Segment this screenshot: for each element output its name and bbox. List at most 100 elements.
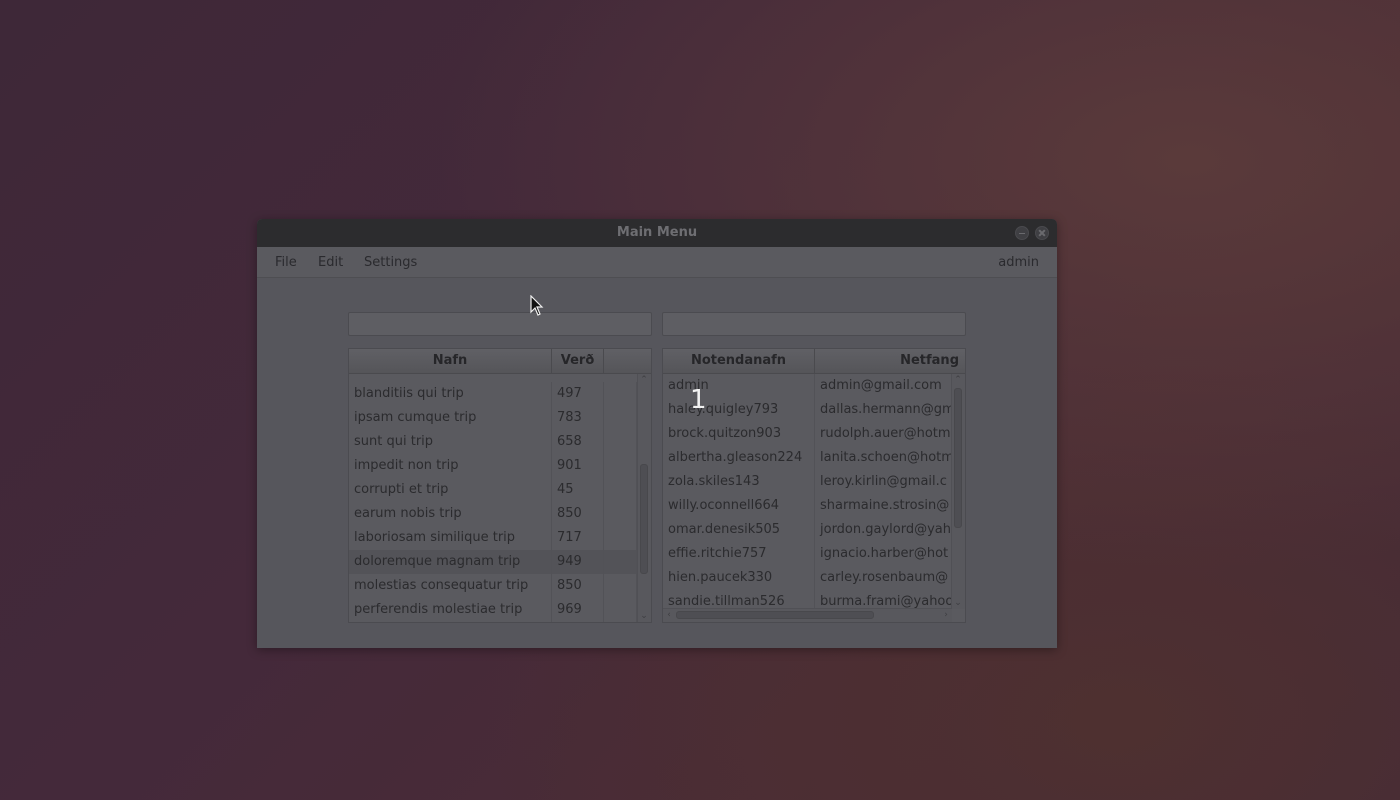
email-cell: admin@gmail.com (820, 378, 942, 393)
trip-name-cell: blanditiis qui trip (349, 382, 552, 406)
menu-file[interactable]: File (275, 255, 297, 270)
trip-search-input[interactable] (348, 312, 652, 336)
step-number-overlay: 1 (690, 385, 707, 415)
username-cell: hien.paucek330 (663, 566, 815, 590)
trip-price-cell: 969 (552, 598, 604, 622)
scroll-left-icon[interactable]: ‹ (664, 610, 674, 620)
trip-price-cell: 850 (552, 574, 604, 598)
trip-filler-cell (604, 430, 637, 454)
user-row[interactable]: willy.oconnell664 sharmaine.strosin@ (663, 494, 965, 518)
username-cell: effie.ritchie757 (663, 542, 815, 566)
users-table-header: Notendanafn Netfang (663, 349, 965, 374)
trip-price-cell: 850 (552, 502, 604, 526)
users-scroll-thumb[interactable] (954, 388, 962, 528)
trips-table-body: blanditiis qui trip 497 ipsam cumque trip 7… (349, 374, 651, 622)
user-row[interactable]: brock.quitzon903 rudolph.auer@hotm (663, 422, 965, 446)
trip-price-cell: 45 (552, 478, 604, 502)
trip-price-cell: 783 (552, 406, 604, 430)
trips-scroll-thumb[interactable] (640, 464, 648, 574)
trip-row[interactable]: laboriosam similique trip 717 (349, 526, 651, 550)
main-window: Main Menu File Edit Settings admin Nafn … (257, 219, 1057, 648)
trip-name-cell: doloremque magnam trip (349, 550, 552, 574)
trip-filler-cell (604, 406, 637, 430)
username-cell: haley.quigley793 (663, 398, 815, 422)
close-icon[interactable] (1035, 226, 1049, 240)
email-cell: dallas.hermann@gm (820, 402, 952, 417)
users-hscroll-thumb[interactable] (676, 611, 874, 619)
trip-filler-cell (604, 382, 637, 406)
username-cell: omar.denesik505 (663, 518, 815, 542)
scroll-down-icon[interactable]: ⌄ (953, 598, 963, 608)
menu-edit[interactable]: Edit (318, 255, 343, 270)
user-row[interactable]: omar.denesik505 jordon.gaylord@yah (663, 518, 965, 542)
scroll-up-icon[interactable]: ⌃ (639, 375, 649, 385)
trips-table: Nafn Verð blanditiis qui trip 497 ipsam cu… (348, 348, 652, 623)
email-cell: sharmaine.strosin@ (820, 498, 950, 513)
username-cell: zola.skiles143 (663, 470, 815, 494)
trip-row[interactable]: ipsam cumque trip 783 (349, 406, 651, 430)
email-cell: burma.frami@yahoo (820, 594, 952, 609)
trips-vertical-scrollbar[interactable]: ⌃ ⌄ (637, 374, 651, 622)
user-row[interactable]: admin admin@gmail.com (663, 374, 965, 398)
trip-price-cell: 949 (552, 550, 604, 574)
trip-row[interactable]: perferendis molestiae trip 969 (349, 598, 651, 622)
scroll-right-icon[interactable]: › (941, 610, 951, 620)
column-header-nafn[interactable]: Nafn (349, 349, 552, 373)
trip-filler-cell (604, 478, 637, 502)
user-menu[interactable]: admin (998, 255, 1039, 270)
scroll-down-icon[interactable]: ⌄ (639, 611, 649, 621)
trip-filler-cell (604, 574, 637, 598)
trip-name-cell: earum nobis trip (349, 502, 552, 526)
trip-row[interactable]: corrupti et trip 45 (349, 478, 651, 502)
trip-price-cell: 658 (552, 430, 604, 454)
trip-name-cell: ipsam cumque trip (349, 406, 552, 430)
trip-name-cell: molestias consequatur trip (349, 574, 552, 598)
user-row[interactable]: zola.skiles143 leroy.kirlin@gmail.c (663, 470, 965, 494)
username-cell: albertha.gleason224 (663, 446, 815, 470)
trip-name-cell: laboriosam similique trip (349, 526, 552, 550)
trip-name-cell: sunt qui trip (349, 430, 552, 454)
users-vertical-scrollbar[interactable]: ⌃ ⌄ (951, 374, 965, 609)
users-table: Notendanafn Netfang admin admin@gmail.com… (662, 348, 966, 623)
minimize-icon[interactable] (1015, 226, 1029, 240)
column-header-netfang[interactable]: Netfang (815, 349, 965, 373)
username-cell: brock.quitzon903 (663, 422, 815, 446)
trip-row[interactable]: sunt qui trip 658 (349, 430, 651, 454)
trip-row[interactable]: doloremque magnam trip 949 (349, 550, 651, 574)
trip-filler-cell (604, 526, 637, 550)
trip-row[interactable]: molestias consequatur trip 850 (349, 574, 651, 598)
trip-row[interactable]: blanditiis qui trip 497 (349, 382, 651, 406)
column-header-verd[interactable]: Verð (552, 349, 604, 373)
trip-filler-cell (604, 550, 637, 574)
scroll-up-icon[interactable]: ⌃ (953, 375, 963, 385)
menu-settings[interactable]: Settings (364, 255, 417, 270)
menu-bar: File Edit Settings admin (257, 247, 1057, 278)
trip-row[interactable]: earum nobis trip 850 (349, 502, 651, 526)
window-title: Main Menu (616, 225, 698, 240)
trip-name-cell: perferendis molestiae trip (349, 598, 552, 622)
trip-row[interactable]: impedit non trip 901 (349, 454, 651, 478)
user-search-input[interactable] (662, 312, 966, 336)
user-row[interactable]: haley.quigley793 dallas.hermann@gm (663, 398, 965, 422)
users-horizontal-scrollbar[interactable]: ‹ › (663, 608, 952, 622)
username-cell: sandie.tillman526 (663, 590, 815, 609)
trip-name-cell: impedit non trip (349, 454, 552, 478)
email-cell: lanita.schoen@hotm (820, 450, 952, 465)
user-row[interactable]: sandie.tillman526 burma.frami@yahoo (663, 590, 965, 609)
email-cell: carley.rosenbaum@ (820, 570, 949, 585)
username-cell: willy.oconnell664 (663, 494, 815, 518)
trip-name-cell: corrupti et trip (349, 478, 552, 502)
trip-filler-cell (604, 502, 637, 526)
user-row[interactable]: effie.ritchie757 ignacio.harber@hot (663, 542, 965, 566)
title-bar: Main Menu (257, 219, 1057, 247)
trip-filler-cell (604, 454, 637, 478)
email-cell: leroy.kirlin@gmail.c (820, 474, 947, 489)
trip-price-cell: 901 (552, 454, 604, 478)
mouse-pointer-icon (530, 295, 544, 316)
trip-filler-cell (604, 598, 637, 622)
column-header-notendanafn[interactable]: Notendanafn (663, 349, 815, 373)
user-row[interactable]: albertha.gleason224 lanita.schoen@hotm (663, 446, 965, 470)
trip-price-cell: 497 (552, 382, 604, 406)
trips-table-header: Nafn Verð (349, 349, 651, 374)
user-row[interactable]: hien.paucek330 carley.rosenbaum@ (663, 566, 965, 590)
